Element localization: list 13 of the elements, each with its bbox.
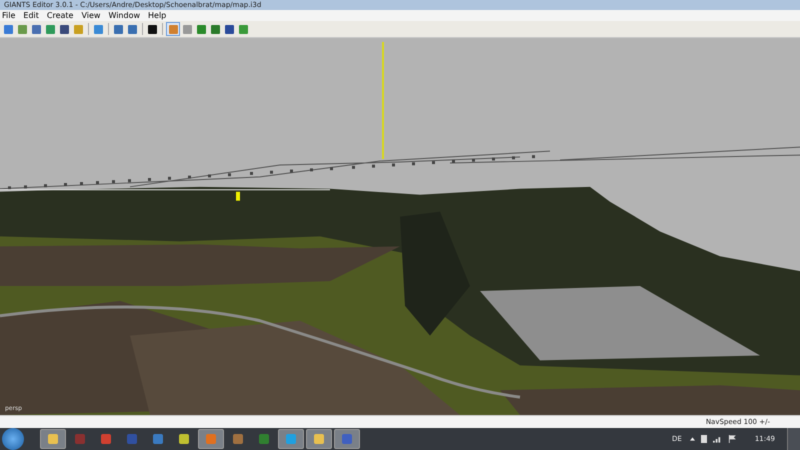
flag-icon[interactable]: [728, 435, 737, 443]
menu-item[interactable]: Edit: [23, 10, 39, 21]
marker-drawing: [236, 192, 240, 201]
show-hidden-icon[interactable]: [690, 437, 695, 441]
menu-item[interactable]: Window: [108, 10, 140, 21]
menu-item[interactable]: Help: [148, 10, 166, 21]
menu-item[interactable]: View: [81, 10, 100, 21]
show-desktop-button[interactable]: [787, 428, 800, 450]
signal-icon[interactable]: [712, 435, 722, 443]
menu-item[interactable]: Create: [46, 10, 74, 21]
play-icon[interactable]: [146, 22, 159, 36]
menu-item[interactable]: File: [2, 10, 16, 21]
start-button[interactable]: [2, 428, 24, 450]
